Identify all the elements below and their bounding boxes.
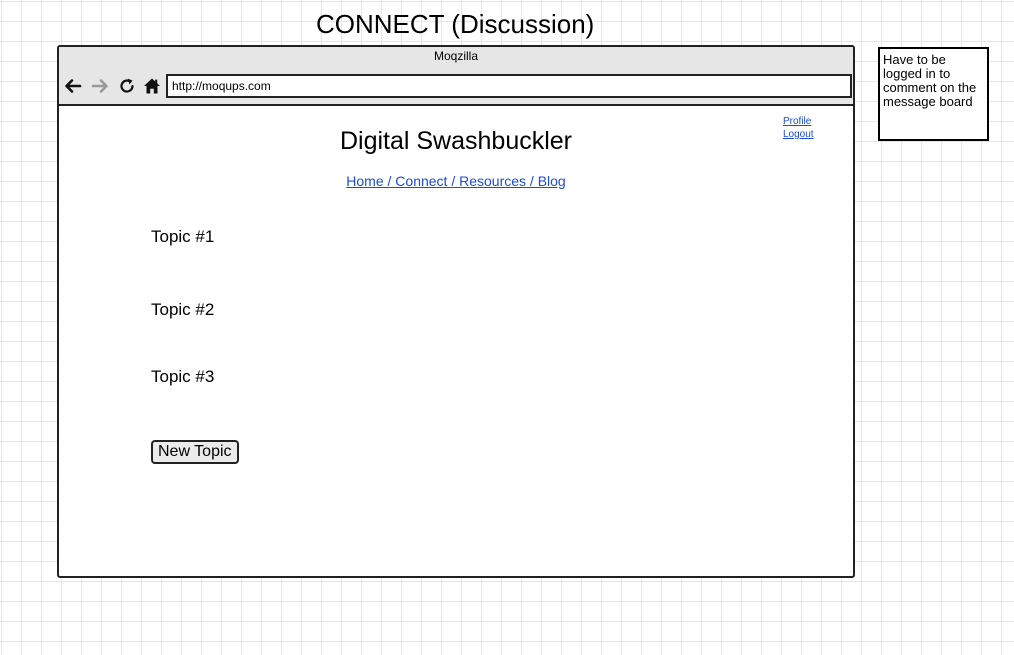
back-arrow-icon[interactable] bbox=[64, 77, 82, 95]
annotation-note: Have to be logged in to comment on the m… bbox=[878, 47, 989, 141]
topic-item[interactable]: Topic #2 bbox=[151, 300, 214, 320]
home-icon[interactable] bbox=[143, 77, 161, 95]
topic-item[interactable]: Topic #3 bbox=[151, 367, 214, 387]
main-nav-links[interactable]: Home / Connect / Resources / Blog bbox=[346, 173, 565, 189]
site-title: Digital Swashbuckler bbox=[339, 127, 573, 155]
main-nav: Home / Connect / Resources / Blog bbox=[59, 173, 853, 190]
url-input[interactable] bbox=[166, 74, 852, 98]
new-topic-button[interactable]: New Topic bbox=[151, 440, 239, 464]
reload-icon[interactable] bbox=[118, 77, 136, 95]
topic-item[interactable]: Topic #1 bbox=[151, 227, 214, 247]
window-title: Moqzilla bbox=[433, 49, 478, 63]
forward-arrow-icon[interactable] bbox=[91, 77, 109, 95]
browser-window: Moqzilla Profile Logout bbox=[57, 45, 855, 578]
page-heading: CONNECT (Discussion) bbox=[316, 9, 595, 39]
browser-toolbar: Moqzilla bbox=[59, 47, 853, 106]
